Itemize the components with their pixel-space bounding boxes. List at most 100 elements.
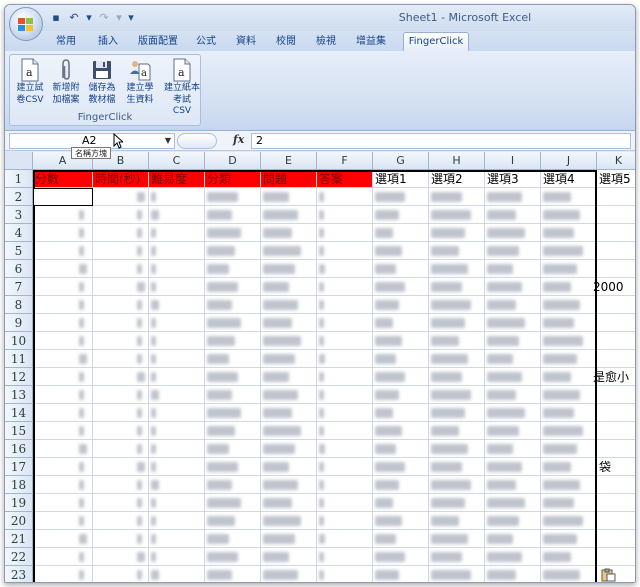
cell-j21[interactable] — [541, 530, 597, 548]
cell-d21[interactable] — [205, 530, 261, 548]
cell-i17[interactable] — [485, 458, 541, 476]
cell-g3[interactable] — [373, 206, 429, 224]
cell-j6[interactable] — [541, 260, 597, 278]
tab-page-layout[interactable]: 版面配置 — [133, 33, 183, 51]
row-header-12[interactable]: 12 — [5, 368, 33, 386]
cell-b17[interactable] — [93, 458, 149, 476]
cell-i14[interactable] — [485, 404, 541, 422]
cell-c2[interactable] — [149, 188, 205, 206]
cell-e7[interactable] — [261, 278, 317, 296]
cell-i1[interactable]: 選項3 — [485, 170, 541, 188]
cell-i10[interactable] — [485, 332, 541, 350]
create-student-data-button[interactable]: a 建立學 生資料 — [124, 58, 156, 110]
cell-k16[interactable] — [597, 440, 635, 458]
cell-h16[interactable] — [429, 440, 485, 458]
cell-k5[interactable] — [597, 242, 635, 260]
cell-e9[interactable] — [261, 314, 317, 332]
cell-h3[interactable] — [429, 206, 485, 224]
cell-h15[interactable] — [429, 422, 485, 440]
cell-g8[interactable] — [373, 296, 429, 314]
cell-d23[interactable] — [205, 566, 261, 582]
cell-a12[interactable] — [33, 368, 93, 386]
tab-home[interactable]: 常用 — [51, 33, 81, 51]
tab-addins[interactable]: 增益集 — [351, 33, 391, 51]
cell-b22[interactable] — [93, 548, 149, 566]
cell-k1[interactable]: 選項5 — [597, 170, 635, 188]
cell-k8[interactable] — [597, 296, 635, 314]
cell-e13[interactable] — [261, 386, 317, 404]
cell-e19[interactable] — [261, 494, 317, 512]
cell-j1[interactable]: 選項4 — [541, 170, 597, 188]
cell-b23[interactable] — [93, 566, 149, 582]
cell-h11[interactable] — [429, 350, 485, 368]
cell-c6[interactable] — [149, 260, 205, 278]
cell-a8[interactable] — [33, 296, 93, 314]
row-header-9[interactable]: 9 — [5, 314, 33, 332]
cell-e15[interactable] — [261, 422, 317, 440]
cell-g14[interactable] — [373, 404, 429, 422]
cell-c15[interactable] — [149, 422, 205, 440]
cell-i4[interactable] — [485, 224, 541, 242]
cell-a5[interactable] — [33, 242, 93, 260]
cell-c22[interactable] — [149, 548, 205, 566]
row-header-2[interactable]: 2 — [5, 188, 33, 206]
cell-c23[interactable] — [149, 566, 205, 582]
cell-f4[interactable] — [317, 224, 373, 242]
cell-c4[interactable] — [149, 224, 205, 242]
cell-a6[interactable] — [33, 260, 93, 278]
cell-d11[interactable] — [205, 350, 261, 368]
row-header-5[interactable]: 5 — [5, 242, 33, 260]
cell-f13[interactable] — [317, 386, 373, 404]
cell-f18[interactable] — [317, 476, 373, 494]
cell-g6[interactable] — [373, 260, 429, 278]
cell-j14[interactable] — [541, 404, 597, 422]
cell-b4[interactable] — [93, 224, 149, 242]
column-header-h[interactable]: H — [429, 152, 485, 170]
cell-h5[interactable] — [429, 242, 485, 260]
cell-g11[interactable] — [373, 350, 429, 368]
cell-h10[interactable] — [429, 332, 485, 350]
row-header-23[interactable]: 23 — [5, 566, 33, 582]
cell-j10[interactable] — [541, 332, 597, 350]
cell-j4[interactable] — [541, 224, 597, 242]
add-attachment-button[interactable]: 新增附 加檔案 — [50, 58, 82, 110]
row-header-21[interactable]: 21 — [5, 530, 33, 548]
cell-a15[interactable] — [33, 422, 93, 440]
cell-i21[interactable] — [485, 530, 541, 548]
cell-j19[interactable] — [541, 494, 597, 512]
cell-d6[interactable] — [205, 260, 261, 278]
cell-c17[interactable] — [149, 458, 205, 476]
cell-j7[interactable] — [541, 278, 597, 296]
cell-k11[interactable] — [597, 350, 635, 368]
tab-formulas[interactable]: 公式 — [191, 33, 221, 51]
cell-h6[interactable] — [429, 260, 485, 278]
cell-f7[interactable] — [317, 278, 373, 296]
cell-c20[interactable] — [149, 512, 205, 530]
cell-a1[interactable]: 分數 — [33, 170, 93, 188]
row-header-14[interactable]: 14 — [5, 404, 33, 422]
cell-g21[interactable] — [373, 530, 429, 548]
cell-d17[interactable] — [205, 458, 261, 476]
cell-k6[interactable] — [597, 260, 635, 278]
tab-fingerclick[interactable]: FingerClick — [403, 32, 469, 52]
cell-j20[interactable] — [541, 512, 597, 530]
column-header-c[interactable]: C — [149, 152, 205, 170]
paste-options-icon[interactable] — [601, 568, 617, 582]
cell-k18[interactable] — [597, 476, 635, 494]
column-header-i[interactable]: I — [485, 152, 541, 170]
cell-f15[interactable] — [317, 422, 373, 440]
cell-f22[interactable] — [317, 548, 373, 566]
cell-e8[interactable] — [261, 296, 317, 314]
row-header-11[interactable]: 11 — [5, 350, 33, 368]
cell-j2[interactable] — [541, 188, 597, 206]
cell-g4[interactable] — [373, 224, 429, 242]
cell-d9[interactable] — [205, 314, 261, 332]
cell-c14[interactable] — [149, 404, 205, 422]
cell-j12[interactable] — [541, 368, 597, 386]
cell-k10[interactable] — [597, 332, 635, 350]
cell-b21[interactable] — [93, 530, 149, 548]
cell-b20[interactable] — [93, 512, 149, 530]
cell-e21[interactable] — [261, 530, 317, 548]
cell-a4[interactable] — [33, 224, 93, 242]
cell-d14[interactable] — [205, 404, 261, 422]
